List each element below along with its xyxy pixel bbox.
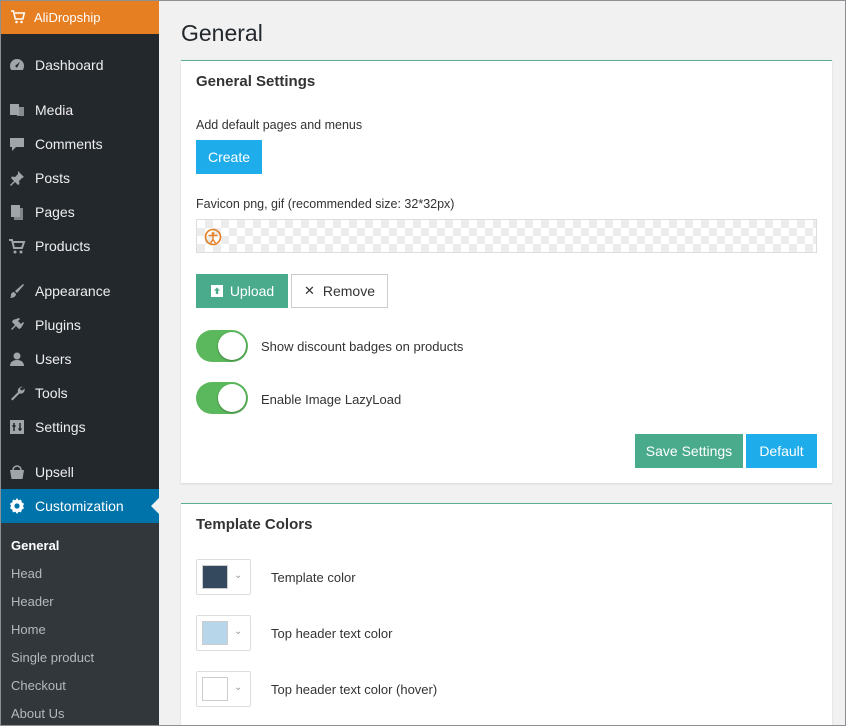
lazyload-label: Enable Image LazyLoad	[261, 392, 402, 407]
sidebar-item-customization[interactable]: Customization	[0, 489, 159, 523]
chevron-down-icon: ⌄	[234, 682, 243, 693]
submenu-item-general[interactable]: General	[0, 531, 159, 559]
sidebar-item-label: Products	[35, 238, 91, 254]
basket-icon	[8, 463, 26, 481]
sidebar-item-label: Appearance	[35, 283, 111, 299]
chevron-down-icon: ⌄	[234, 570, 243, 581]
sidebar-item-label: Media	[35, 102, 74, 118]
sidebar-item-plugins[interactable]: Plugins	[0, 308, 159, 342]
cart-icon	[10, 9, 26, 25]
submenu-item-head[interactable]: Head	[0, 559, 159, 587]
template-color-picker[interactable]: ⌄	[196, 559, 251, 595]
sidebar-item-users[interactable]: Users	[0, 342, 159, 376]
default-button[interactable]: Default	[746, 434, 817, 468]
default-pages-label: Add default pages and menus	[196, 118, 363, 132]
submenu-item-about-us[interactable]: About Us	[0, 699, 159, 726]
color-swatch	[202, 565, 228, 589]
pin-icon	[8, 169, 26, 187]
top-header-text-color-picker[interactable]: ⌄	[196, 615, 251, 651]
submenu-item-home[interactable]: Home	[0, 615, 159, 643]
brand-label: AliDropship	[34, 9, 101, 25]
settings-icon	[8, 418, 26, 436]
submenu-item-checkout[interactable]: Checkout	[0, 671, 159, 699]
comment-icon	[8, 135, 26, 153]
save-settings-button[interactable]: Save Settings	[635, 434, 743, 468]
sidebar-item-label: Customization	[35, 498, 124, 514]
sidebar-item-label: Plugins	[35, 317, 81, 333]
sidebar-item-label: Comments	[35, 136, 103, 152]
pages-icon	[8, 203, 26, 221]
close-icon: ✕	[303, 283, 315, 298]
main-content: General General Settings Add default pag…	[181, 0, 832, 726]
remove-button[interactable]: ✕ Remove	[291, 274, 388, 308]
media-icon	[8, 101, 26, 119]
brush-icon	[8, 282, 26, 300]
template-color-label: Template color	[271, 570, 356, 585]
toggle-knob	[218, 384, 246, 412]
sidebar-item-label: Users	[35, 351, 72, 367]
sidebar-item-label: Dashboard	[35, 57, 104, 73]
favicon-label: Favicon png, gif (recommended size: 32*3…	[196, 197, 455, 211]
top-header-text-color-label: Top header text color	[271, 626, 393, 641]
create-button[interactable]: Create	[196, 140, 262, 174]
chevron-down-icon: ⌄	[234, 626, 243, 637]
sidebar-item-label: Settings	[35, 419, 86, 435]
admin-sidebar: AliDropship Dashboard Media Comments Pos…	[0, 0, 159, 726]
dashboard-icon	[8, 56, 26, 74]
card-title: General Settings	[196, 73, 316, 90]
discount-badges-label: Show discount badges on products	[261, 339, 464, 354]
top-header-text-hover-color-label: Top header text color (hover)	[271, 682, 438, 697]
gear-icon	[8, 497, 26, 515]
sidebar-item-pages[interactable]: Pages	[0, 195, 159, 229]
customization-submenu: General Head Header Home Single product …	[0, 523, 159, 726]
color-swatch	[202, 677, 228, 701]
sidebar-item-products[interactable]: Products	[0, 229, 159, 263]
sidebar-item-label: Tools	[35, 385, 68, 401]
general-settings-card: General Settings Add default pages and m…	[181, 60, 832, 483]
upload-icon	[210, 284, 224, 298]
user-icon	[8, 350, 26, 368]
sidebar-item-tools[interactable]: Tools	[0, 376, 159, 410]
sidebar-item-upsell[interactable]: Upsell	[0, 455, 159, 489]
favicon-image-icon	[204, 228, 222, 246]
page-title: General	[181, 20, 263, 46]
favicon-preview	[196, 219, 817, 253]
top-header-text-hover-color-picker[interactable]: ⌄	[196, 671, 251, 707]
sidebar-item-label: Upsell	[35, 464, 74, 480]
cart-icon	[8, 237, 26, 255]
brand-bar[interactable]: AliDropship	[0, 0, 159, 34]
sidebar-item-posts[interactable]: Posts	[0, 161, 159, 195]
card-title: Template Colors	[196, 516, 313, 533]
remove-label: Remove	[322, 283, 376, 299]
sidebar-item-label: Posts	[35, 170, 71, 186]
template-colors-card: Template Colors ⌄ Template color ⌄ Top h…	[181, 503, 832, 726]
sidebar-item-settings[interactable]: Settings	[0, 410, 159, 444]
sidebar-item-dashboard[interactable]: Dashboard	[0, 48, 159, 82]
sidebar-item-comments[interactable]: Comments	[0, 127, 159, 161]
upload-label: Upload	[229, 283, 275, 299]
color-swatch	[202, 621, 228, 645]
wrench-icon	[8, 384, 26, 402]
sidebar-item-appearance[interactable]: Appearance	[0, 274, 159, 308]
toggle-knob	[218, 332, 246, 360]
plugin-icon	[8, 316, 26, 334]
submenu-item-single-product[interactable]: Single product	[0, 643, 159, 671]
submenu-item-header[interactable]: Header	[0, 587, 159, 615]
sidebar-item-label: Pages	[35, 204, 75, 220]
lazyload-toggle[interactable]	[196, 382, 248, 414]
discount-badges-toggle[interactable]	[196, 330, 248, 362]
upload-button[interactable]: Upload	[196, 274, 288, 308]
sidebar-item-media[interactable]: Media	[0, 93, 159, 127]
